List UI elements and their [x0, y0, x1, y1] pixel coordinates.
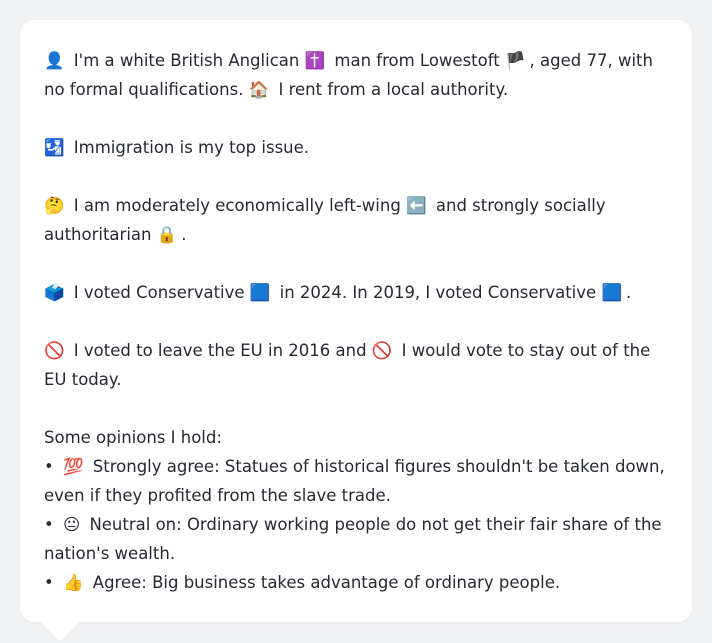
brexit-paragraph: 🚫 I voted to leave the EU in 2016 and 🚫 … [44, 336, 668, 394]
left-arrow-icon: ⬅️ [406, 196, 427, 215]
hundred-points-icon: 💯 [62, 457, 84, 476]
voting-text-1: I voted Conservative [73, 283, 245, 302]
profile-card: 👤 I'm a white British Anglican ✝️ man fr… [20, 20, 692, 622]
voting-text-2: in 2024. In 2019, I voted Conservative [279, 283, 597, 302]
opinions-section: Some opinions I hold: • 💯 Strongly agree… [44, 423, 668, 597]
opinion-item: • 😐 Neutral on: Ordinary working people … [44, 510, 668, 568]
speech-bubble-tail [40, 621, 80, 641]
bullet: • [44, 515, 54, 534]
opinion-text: Neutral on: Ordinary working people do n… [44, 515, 662, 563]
opinions-heading: Some opinions I hold: [44, 428, 222, 447]
blue-square-icon: 🟦 [249, 283, 271, 302]
lock-icon: 🔒 [156, 225, 178, 244]
england-flag-icon: 🏴 [504, 51, 526, 70]
thumbs-up-icon: 👍 [62, 573, 84, 592]
brexit-text-1: I voted to leave the EU in 2016 and [73, 341, 367, 360]
demographics-paragraph: 👤 I'm a white British Anglican ✝️ man fr… [44, 46, 668, 104]
thinking-face-icon: 🤔 [44, 196, 65, 215]
top-issue-paragraph: 🛂 Immigration is my top issue. [44, 133, 668, 162]
house-icon: 🏠 [248, 80, 270, 99]
voting-text-3: . [625, 283, 632, 302]
opinion-text: Strongly agree: Statues of historical fi… [44, 457, 665, 505]
demographics-text-4: I rent from a local authority. [278, 80, 509, 99]
bullet: • [44, 573, 54, 592]
opinion-text: Agree: Big business takes advantage of o… [92, 573, 561, 592]
top-issue-text: Immigration is my top issue. [73, 138, 310, 157]
bullet: • [44, 457, 54, 476]
demographics-text-1: I'm a white British Anglican [73, 51, 300, 70]
voting-history-paragraph: 🗳️ I voted Conservative 🟦 in 2024. In 20… [44, 278, 668, 307]
demographics-text-2: man from Lowestoft [334, 51, 500, 70]
ideology-paragraph: 🤔 I am moderately economically left-wing… [44, 191, 668, 249]
cross-icon: ✝️ [304, 51, 326, 70]
person-icon: 👤 [44, 51, 65, 70]
ideology-text-1: I am moderately economically left-wing [73, 196, 401, 215]
prohibited-icon: 🚫 [371, 341, 393, 360]
opinion-item: • 👍 Agree: Big business takes advantage … [44, 568, 668, 597]
ballot-box-icon: 🗳️ [44, 283, 65, 302]
opinion-item: • 💯 Strongly agree: Statues of historica… [44, 452, 668, 510]
blue-square-icon: 🟦 [601, 283, 622, 302]
ideology-text-3: . [181, 225, 187, 244]
prohibited-icon: 🚫 [44, 341, 65, 360]
neutral-face-icon: 😐 [62, 515, 81, 534]
passport-control-icon: 🛂 [44, 138, 65, 157]
